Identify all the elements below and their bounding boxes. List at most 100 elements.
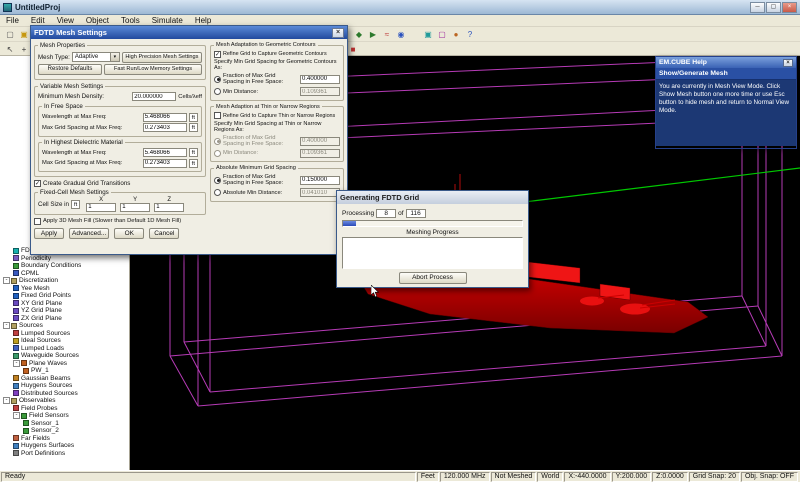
abort-process-button[interactable]: Abort Process [399, 272, 467, 284]
window-titlebar[interactable]: UntitledProj ─ ▢ × [0, 0, 800, 15]
close-button[interactable]: × [782, 2, 797, 13]
tree-item-xy-grid-plane[interactable]: XY Grid Plane [0, 300, 129, 308]
collapse-icon[interactable]: - [13, 412, 20, 419]
tree-item-gaussian-beams[interactable]: Gaussian Beams [0, 375, 129, 383]
free-space-spacing-input[interactable] [143, 123, 187, 132]
menu-help[interactable]: Help [189, 16, 217, 25]
help-icon[interactable]: ? [463, 28, 477, 40]
menu-tools[interactable]: Tools [115, 16, 146, 25]
refine-thin-regions-checkbox[interactable] [214, 112, 221, 119]
refine-contours-checkbox[interactable]: ✓ [214, 51, 221, 58]
tree-item-far-fields[interactable]: Far Fields [0, 435, 129, 443]
fast-run-settings-button[interactable]: Fast Run/Low Memory Settings [104, 64, 202, 75]
tree-item-field-sensors[interactable]: -Field Sensors [0, 412, 129, 420]
advanced-button[interactable]: Advanced... [69, 228, 109, 239]
tree-item-yee-mesh[interactable]: Yee Mesh [0, 285, 129, 293]
apply-button[interactable]: Apply [34, 228, 64, 239]
absolute-fraction-input[interactable] [300, 176, 340, 185]
menu-view[interactable]: View [51, 16, 80, 25]
contours-min-distance-radio[interactable] [214, 88, 221, 95]
thin-fraction-radio[interactable] [214, 138, 221, 145]
tree-item-boundary-conditions[interactable]: Boundary Conditions [0, 262, 129, 270]
tree-item-huygens-surfaces[interactable]: Huygens Surfaces [0, 442, 129, 450]
tree-item-waveguide-sources[interactable]: Waveguide Sources [0, 352, 129, 360]
pan-icon[interactable]: + [17, 43, 31, 55]
menu-file[interactable]: File [0, 16, 25, 25]
dielectric-spacing-input[interactable] [143, 159, 187, 168]
mesh-fill-checkbox[interactable] [34, 218, 41, 225]
tree-item-label: Field Probes [21, 405, 58, 412]
contours-fraction-radio[interactable] [214, 76, 221, 83]
materials-icon[interactable]: ● [449, 28, 463, 40]
absolute-min-distance-radio[interactable] [214, 189, 221, 196]
tree-item-yz-grid-plane[interactable]: YZ Grid Plane [0, 307, 129, 315]
cell-size-y-input[interactable] [120, 203, 150, 212]
help-topic-heading[interactable]: Show/Generate Mesh [656, 68, 796, 80]
min-mesh-density-input[interactable] [132, 92, 176, 101]
thin-min-distance-input[interactable] [300, 149, 340, 158]
close-icon[interactable]: × [783, 59, 793, 67]
tree-item-zx-grid-plane[interactable]: ZX Grid Plane [0, 315, 129, 323]
tree-item-sources[interactable]: -Sources [0, 322, 129, 330]
collapse-icon[interactable]: - [13, 360, 20, 367]
tree-item-field-probes[interactable]: Field Probes [0, 405, 129, 413]
tree-item-sensor-1[interactable]: Sensor_1 [0, 420, 129, 428]
gradual-transitions-checkbox[interactable]: ✓ [34, 180, 41, 187]
frequency-settings-icon[interactable]: ≈ [380, 28, 394, 40]
contours-fraction-input[interactable] [300, 75, 340, 84]
collapse-icon[interactable]: - [3, 322, 10, 329]
absolute-fraction-radio[interactable] [214, 177, 221, 184]
minimize-button[interactable]: ─ [750, 2, 765, 13]
absolute-min-distance-input[interactable] [300, 188, 340, 197]
huygens-surfaces-icon [13, 443, 19, 449]
new-file-icon[interactable]: ▢ [3, 28, 17, 40]
domain-box-icon[interactable]: ▣ [421, 28, 435, 40]
tree-item-lumped-loads[interactable]: Lumped Loads [0, 345, 129, 353]
thin-fraction-label: Fraction of Max Grid Spacing in Free Spa… [223, 135, 298, 148]
menu-object[interactable]: Object [80, 16, 115, 25]
collapse-icon[interactable]: - [3, 277, 10, 284]
high-precision-settings-button[interactable]: High Precision Mesh Settings [122, 52, 202, 63]
cell-size-z-input[interactable] [154, 203, 184, 212]
tree-item-pw-1[interactable]: PW_1 [0, 367, 129, 375]
menu-edit[interactable]: Edit [25, 16, 51, 25]
tree-item-cpml[interactable]: CPML [0, 270, 129, 278]
thin-min-distance-radio[interactable] [214, 150, 221, 157]
dielectric-wavelength-input[interactable] [143, 148, 187, 157]
cell-size-x-input[interactable] [86, 203, 116, 212]
tree-item-ideal-sources[interactable]: Ideal Sources [0, 337, 129, 345]
collapse-icon[interactable]: - [3, 397, 10, 404]
cancel-button[interactable]: Cancel [149, 228, 179, 239]
group-label: Mesh Properties [38, 42, 87, 49]
help-panel-titlebar[interactable]: EM.CUBE Help × [656, 57, 796, 68]
settings-icon[interactable]: ◉ [394, 28, 408, 40]
thin-fraction-input[interactable] [300, 137, 340, 146]
maximize-button[interactable]: ▢ [766, 2, 781, 13]
tree-item-plane-waves[interactable]: -Plane Waves [0, 360, 129, 368]
contours-min-distance-input[interactable] [300, 87, 340, 96]
tree-item-label: Gaussian Beams [21, 375, 71, 382]
fixed-cell-group: Fixed-Cell Mesh Settings Cell Size in ft… [34, 189, 206, 215]
simulation-engine-icon[interactable]: ◆ [352, 28, 366, 40]
mesh-dialog-titlebar[interactable]: FDTD Mesh Settings × [31, 26, 347, 39]
open-folder-icon[interactable]: ▣ [17, 28, 31, 40]
run-simulation-icon[interactable]: ▶ [366, 28, 380, 40]
tree-item-lumped-sources[interactable]: Lumped Sources [0, 330, 129, 338]
tree-item-fixed-grid-points[interactable]: Fixed Grid Points [0, 292, 129, 300]
close-icon[interactable]: × [332, 28, 344, 38]
menu-simulate[interactable]: Simulate [146, 16, 189, 25]
tree-item-observables[interactable]: -Observables [0, 397, 129, 405]
tree-item-huygens-sources[interactable]: Huygens Sources [0, 382, 129, 390]
boundary-icon[interactable]: ▢ [435, 28, 449, 40]
tree-item-discretization[interactable]: -Discretization [0, 277, 129, 285]
select-icon[interactable]: ↖ [3, 43, 17, 55]
restore-defaults-button[interactable]: Restore Defaults [38, 64, 102, 75]
mesh-type-select[interactable]: Adaptive ▾ [72, 52, 120, 62]
tree-item-sensor-2[interactable]: Sensor_2 [0, 427, 129, 435]
free-space-wavelength-input[interactable] [143, 113, 187, 122]
progress-dialog-titlebar[interactable]: Generating FDTD Grid [337, 191, 528, 204]
ok-button[interactable]: OK [114, 228, 144, 239]
tree-item-port-definitions[interactable]: Port Definitions [0, 450, 129, 458]
abort-mesh-icon[interactable]: ■ [346, 43, 360, 55]
tree-item-distributed-sources[interactable]: Distributed Sources [0, 390, 129, 398]
